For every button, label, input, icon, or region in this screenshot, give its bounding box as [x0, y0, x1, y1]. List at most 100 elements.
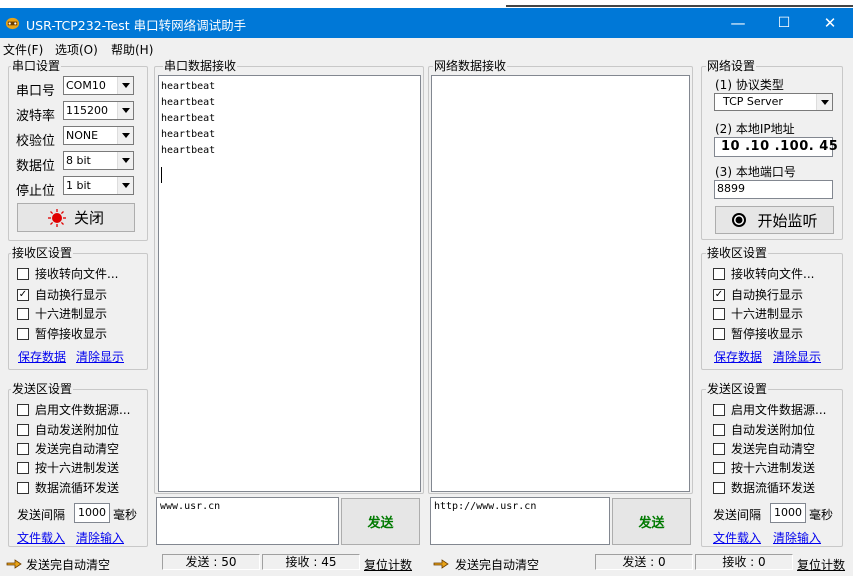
local-port-input[interactable]: 8899	[714, 180, 833, 199]
left-send-opt-autoclear[interactable]: 发送完自动清空	[17, 441, 119, 457]
status-left-text: 发送完自动清空	[26, 558, 111, 572]
close-window-button[interactable]: ✕	[807, 8, 853, 38]
left-send-settings-title: 发送区设置	[11, 382, 74, 396]
checkbox-icon	[17, 308, 29, 320]
start-listen-button[interactable]: 开始监听	[715, 206, 834, 234]
serial-send-textarea[interactable]: www.usr.cn	[156, 497, 339, 545]
recv-line: heartbeat	[161, 129, 216, 140]
menu-bar: 文件(F) 选项(O) 帮助(H)	[0, 38, 853, 58]
left-save-data-link[interactable]: 保存数据	[18, 348, 66, 365]
serial-settings-group: 串口设置 串口号 COM10 波特率 115200 校验位 NONE 数据位 8…	[8, 59, 148, 241]
recv-line: heartbeat	[161, 97, 216, 108]
right-recv-settings-group: 接收区设置 接收转向文件... ✓ 自动换行显示 十六进制显示 暂停接收显示 保存…	[701, 246, 843, 370]
right-send-opt-append[interactable]: 自动发送附加位	[713, 422, 815, 438]
minimize-button[interactable]: —	[715, 8, 761, 38]
serial-send-button[interactable]: 发送	[341, 498, 420, 545]
left-load-file-link[interactable]: 文件载入	[17, 529, 65, 546]
stopbits-value: 1 bit	[66, 179, 91, 192]
right-clear-display-link[interactable]: 清除显示	[773, 348, 821, 365]
serial-recv-title: 串口数据接收	[163, 59, 238, 73]
chevron-down-icon	[117, 152, 133, 169]
net-send-button[interactable]: 发送	[612, 498, 691, 545]
left-send-opt-hex[interactable]: 按十六进制发送	[17, 460, 119, 476]
maximize-button[interactable]: ☐	[761, 8, 807, 38]
option-label: 暂停接收显示	[35, 327, 108, 341]
checkbox-icon	[713, 404, 725, 416]
parity-select[interactable]: NONE	[63, 126, 134, 145]
pointing-hand-icon	[6, 559, 22, 569]
left-recv-settings-title: 接收区设置	[11, 246, 74, 260]
left-send-opt-append[interactable]: 自动发送附加位	[17, 422, 119, 438]
status-bar: 发送完自动清空 发送 : 50 接收 : 45 复位计数 发送完自动清空 发送 …	[0, 552, 853, 576]
protocol-select[interactable]: TCP Server	[714, 93, 833, 111]
left-send-opt-file[interactable]: 启用文件数据源...	[17, 402, 130, 418]
option-label: 按十六进制发送	[35, 461, 120, 475]
left-recv-opt-file[interactable]: 接收转向文件...	[17, 266, 118, 282]
port-select[interactable]: COM10	[63, 76, 134, 95]
option-label: 十六进制显示	[731, 307, 804, 321]
ip-input[interactable]: 10 .10 .100. 45	[714, 137, 838, 157]
left-clear-input-link[interactable]: 清除输入	[76, 529, 124, 546]
right-send-opt-hex[interactable]: 按十六进制发送	[713, 460, 815, 476]
right-recv-opt-wrap[interactable]: ✓ 自动换行显示	[713, 287, 803, 303]
option-label: 启用文件数据源...	[35, 403, 131, 417]
right-recv-opt-pause[interactable]: 暂停接收显示	[713, 326, 803, 342]
right-recv-opt-hex[interactable]: 十六进制显示	[713, 306, 803, 322]
checkbox-icon	[713, 308, 725, 320]
right-interval-unit: 毫秒	[809, 508, 834, 522]
status-left-reset-link[interactable]: 复位计数	[364, 556, 412, 572]
serial-recv-group: 串口数据接收 heartbeat heartbeat heartbeat hea…	[154, 59, 424, 494]
menu-file[interactable]: 文件(F)	[3, 41, 43, 58]
status-right-sent: 发送 : 0	[595, 554, 693, 570]
left-recv-settings-group: 接收区设置 接收转向文件... ✓ 自动换行显示 十六进制显示 暂停接收显示 保存…	[8, 246, 148, 370]
net-recv-title: 网络数据接收	[433, 59, 508, 73]
chevron-down-icon	[117, 77, 133, 94]
menu-help[interactable]: 帮助(H)	[111, 41, 153, 58]
checkbox-icon	[713, 482, 725, 494]
right-send-opt-loop[interactable]: 数据流循环发送	[713, 480, 815, 496]
right-send-opt-file[interactable]: 启用文件数据源...	[713, 402, 826, 418]
recv-line: heartbeat	[161, 113, 216, 124]
chevron-down-icon	[816, 94, 832, 110]
right-recv-opt-file[interactable]: 接收转向文件...	[713, 266, 814, 282]
right-send-opt-autoclear[interactable]: 发送完自动清空	[713, 441, 815, 457]
right-save-data-link[interactable]: 保存数据	[714, 348, 762, 365]
parity-value: NONE	[66, 129, 99, 142]
led-icon	[47, 208, 66, 227]
left-clear-display-link[interactable]: 清除显示	[76, 348, 124, 365]
radio-dot-icon	[732, 213, 747, 227]
checkbox-icon	[17, 462, 29, 474]
left-recv-opt-hex[interactable]: 十六进制显示	[17, 306, 107, 322]
net-send-textarea[interactable]: http://www.usr.cn	[430, 497, 610, 545]
left-send-opt-loop[interactable]: 数据流循环发送	[17, 480, 119, 496]
option-label: 按十六进制发送	[731, 461, 816, 475]
baud-select[interactable]: 115200	[63, 101, 134, 120]
net-recv-textarea[interactable]	[431, 75, 690, 492]
right-interval-label: 发送间隔	[713, 508, 762, 522]
right-clear-input-link[interactable]: 清除输入	[773, 529, 821, 546]
right-recv-settings-title: 接收区设置	[706, 246, 769, 260]
checkmark-icon: ✓	[713, 289, 725, 301]
databits-select[interactable]: 8 bit	[63, 151, 134, 170]
stopbits-select[interactable]: 1 bit	[63, 176, 134, 195]
status-right-reset-link[interactable]: 复位计数	[797, 556, 853, 572]
checkbox-icon	[17, 443, 29, 455]
checkbox-icon	[17, 268, 29, 280]
left-recv-opt-wrap[interactable]: ✓ 自动换行显示	[17, 287, 107, 303]
right-interval-input[interactable]: 1000	[770, 503, 806, 523]
left-recv-opt-pause[interactable]: 暂停接收显示	[17, 326, 107, 342]
serial-recv-textarea[interactable]: heartbeat heartbeat heartbeat heartbeat …	[158, 75, 421, 492]
serial-close-label: 关闭	[73, 209, 104, 227]
chevron-down-icon	[117, 102, 133, 119]
menu-options[interactable]: 选项(O)	[55, 41, 98, 58]
option-label: 自动发送附加位	[731, 423, 816, 437]
option-label: 十六进制显示	[35, 307, 108, 321]
option-label: 数据流循环发送	[731, 481, 816, 495]
baud-label: 波特率	[16, 109, 56, 124]
left-interval-input[interactable]: 1000	[74, 503, 110, 523]
checkbox-icon	[713, 424, 725, 436]
status-right-text: 发送完自动清空	[455, 558, 540, 572]
serial-close-button[interactable]: 关闭	[17, 203, 135, 232]
right-load-file-link[interactable]: 文件载入	[713, 529, 761, 546]
status-left-sent: 发送 : 50	[162, 554, 260, 570]
